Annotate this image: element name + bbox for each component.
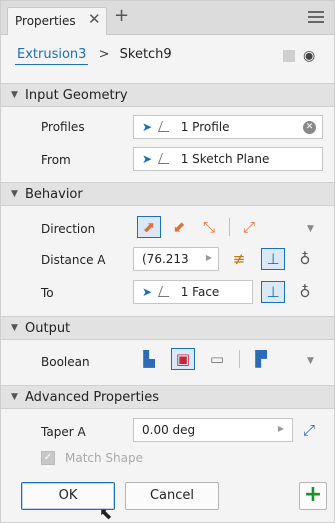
hamburger-icon[interactable] <box>308 11 324 23</box>
symmetric-icon[interactable]: ⤡ <box>197 216 221 238</box>
direction-label: Direction <box>41 222 96 236</box>
distance-input[interactable]: (76.213 ▶ <box>133 247 219 271</box>
flip-icon[interactable]: ⬋ <box>167 216 191 238</box>
mouse-cursor-icon: ⬉ <box>99 504 113 523</box>
distance-icon[interactable]: ≢ <box>227 248 251 270</box>
taper-label: Taper A <box>41 425 86 439</box>
breadcrumb-feature-link[interactable]: Extrusion3 <box>15 47 89 65</box>
breadcrumb-sketch: Sketch9 <box>119 47 172 62</box>
to-selector[interactable]: ➤ 1 Face <box>133 280 253 304</box>
cancel-button[interactable]: Cancel <box>125 482 219 510</box>
document-icon <box>283 50 295 62</box>
clear-icon[interactable]: ✕ <box>303 121 316 134</box>
profiles-selector[interactable]: ➤ 1 Profile ✕ <box>133 115 323 139</box>
collapse-arrow-icon[interactable]: ▼ <box>11 323 18 333</box>
select-cursor-icon: ➤ <box>142 152 153 166</box>
apply-plus-button[interactable]: + <box>299 482 327 510</box>
match-shape-label: Match Shape <box>65 451 144 465</box>
section-input-geometry[interactable]: ▼ Input Geometry <box>1 83 334 107</box>
to-value: 1 Face <box>180 285 220 299</box>
section-title: Output <box>25 321 71 336</box>
from-value: 1 Sketch Plane <box>180 152 270 166</box>
chevron-right-icon[interactable]: ▶ <box>278 424 284 433</box>
section-advanced-properties[interactable]: ▼ Advanced Properties <box>1 385 334 409</box>
from-selector[interactable]: ➤ 1 Sketch Plane <box>133 147 323 171</box>
taper-input[interactable]: 0.00 deg ▶ <box>133 418 293 442</box>
from-label: From <box>41 153 71 167</box>
section-output[interactable]: ▼ Output <box>1 316 334 340</box>
select-cursor-icon: ➤ <box>142 120 153 134</box>
to-icon[interactable]: ⊥ <box>261 248 285 270</box>
section-title: Behavior <box>25 187 83 202</box>
collapse-arrow-icon[interactable]: ▼ <box>11 392 18 402</box>
collapse-arrow-icon[interactable]: ▼ <box>11 189 18 199</box>
tab-title: Properties <box>15 14 76 28</box>
profiles-label: Profiles <box>41 120 85 134</box>
tab-properties[interactable]: Properties ✕ <box>7 7 107 35</box>
distance-label: Distance A <box>41 253 106 267</box>
eye-icon[interactable]: ◉ <box>303 48 315 64</box>
section-title: Advanced Properties <box>25 390 160 405</box>
intersect-icon[interactable]: ▭ <box>205 348 229 370</box>
tab-bar: Properties ✕ + <box>1 1 334 35</box>
cut-icon[interactable]: ▣ <box>171 348 195 370</box>
section-title: Input Geometry <box>25 88 128 103</box>
to-icon[interactable]: ⊥ <box>261 281 285 303</box>
properties-panel: Properties ✕ + Extrusion3 > Sketch9 ◉ ▼ … <box>0 0 335 523</box>
chevron-down-icon[interactable]: ▼ <box>307 224 314 234</box>
close-icon[interactable]: ✕ <box>88 10 101 28</box>
section-behavior[interactable]: ▼ Behavior <box>1 182 334 206</box>
chevron-down-icon[interactable]: ▼ <box>307 356 314 366</box>
profile-icon <box>157 121 173 132</box>
plus-icon[interactable]: + <box>114 7 129 25</box>
taper-value: 0.00 deg <box>142 423 196 437</box>
face-icon <box>157 286 173 297</box>
sketch-plane-icon <box>157 153 173 164</box>
direction-icon[interactable]: ⬈ <box>137 216 161 238</box>
to-label: To <box>41 286 54 300</box>
select-cursor-icon: ➤ <box>142 285 153 299</box>
taper-flip-icon[interactable]: ♁ <box>293 281 317 303</box>
asymmetric-icon[interactable]: ⤢ <box>237 216 261 238</box>
breadcrumb: Extrusion3 > Sketch9 ◉ <box>15 47 323 69</box>
boolean-label: Boolean <box>41 355 90 369</box>
taper-flip-icon[interactable]: ♁ <box>293 248 317 270</box>
join-icon[interactable]: ▙ <box>137 348 161 370</box>
profiles-value: 1 Profile <box>180 120 230 134</box>
taper-flip-icon[interactable]: ⤢ <box>297 419 321 441</box>
separator <box>239 350 240 368</box>
collapse-arrow-icon[interactable]: ▼ <box>11 90 18 100</box>
separator <box>229 218 230 236</box>
new-solid-icon[interactable]: ▛ <box>249 348 273 370</box>
breadcrumb-separator: > <box>98 47 110 62</box>
chevron-right-icon[interactable]: ▶ <box>206 253 212 262</box>
distance-value: (76.213 <box>142 252 189 266</box>
match-shape-checkbox[interactable]: ✓ <box>41 451 55 465</box>
